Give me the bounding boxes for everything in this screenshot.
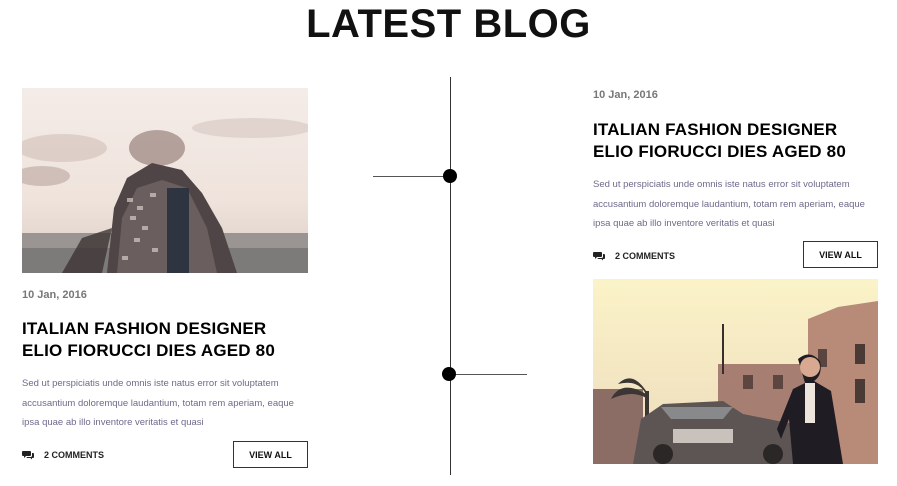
comments-icon: [22, 451, 34, 460]
post-title-line[interactable]: ITALIAN FASHION DESIGNER: [22, 318, 322, 340]
post-excerpt-line: ipsa quae ab illo inventore veritatis et…: [593, 218, 775, 229]
section-title: LATEST BLOG: [306, 2, 591, 46]
post-title-line[interactable]: ITALIAN FASHION DESIGNER: [593, 119, 893, 141]
post-excerpt-line: Sed ut perspiciatis unde omnis iste natu…: [593, 179, 850, 190]
comments-count: 2 COMMENTS: [615, 251, 676, 261]
post-title-line[interactable]: ELIO FIORUCCI DIES AGED 80: [593, 141, 893, 163]
timeline-dot-top: [443, 169, 457, 183]
timeline-dot-bottom: [442, 367, 456, 381]
comments-count: 2 COMMENTS: [44, 450, 105, 460]
view-all-button[interactable]: VIEW ALL: [233, 441, 308, 468]
post-excerpt-line: Sed ut perspiciatis unde omnis iste natu…: [22, 378, 279, 389]
timeline-connector-bottom: [450, 374, 527, 375]
post-excerpt-line: accusantium doloremque laudantium, totam…: [22, 397, 294, 409]
post-image-double-exposure[interactable]: [22, 88, 308, 273]
post-title-line[interactable]: ELIO FIORUCCI DIES AGED 80: [22, 340, 322, 362]
comments-link[interactable]: 2 COMMENTS: [593, 251, 675, 261]
post-excerpt-line: ipsa quae ab illo inventore veritatis et…: [22, 417, 204, 428]
view-all-button[interactable]: VIEW ALL: [803, 241, 878, 268]
comments-link[interactable]: 2 COMMENTS: [22, 450, 104, 460]
post-excerpt-line: accusantium doloremque laudantium, totam…: [593, 198, 865, 210]
post-date: 10 Jan, 2016: [22, 289, 87, 301]
post-image-vintage-car[interactable]: [593, 279, 878, 464]
timeline-line: [450, 77, 451, 475]
comments-icon: [593, 252, 605, 261]
post-date: 10 Jan, 2016: [593, 89, 658, 101]
timeline-connector-top: [373, 176, 451, 177]
